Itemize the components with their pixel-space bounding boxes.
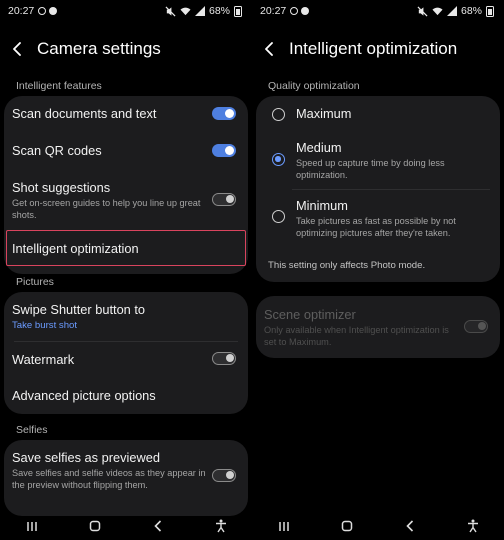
setting-label: Scene optimizer (264, 307, 356, 322)
sync-icon (38, 7, 47, 15)
setting-shot-suggestions[interactable]: Shot suggestions Get on-screen guides to… (12, 180, 206, 221)
home-icon (341, 520, 352, 532)
app-header: Intelligent optimization (264, 36, 496, 62)
accessibility-icon (467, 519, 478, 533)
mute-icon (165, 5, 176, 17)
status-time: 20:27 (260, 5, 287, 17)
setting-scene-optimizer: Scene optimizer Only available when Inte… (264, 307, 458, 348)
setting-description: Get on-screen guides to help you line up… (12, 198, 201, 220)
scan-qr-codes-toggle[interactable] (212, 144, 236, 157)
battery-icon (486, 5, 494, 17)
back-nav-icon (153, 520, 161, 532)
wifi-icon (432, 7, 443, 16)
recents-icon (26, 521, 37, 531)
accessibility-button[interactable] (209, 516, 233, 536)
setting-label: Swipe Shutter button to (12, 302, 146, 317)
battery-icon (234, 5, 242, 17)
setting-label: Advanced picture options (12, 388, 156, 403)
camera-settings-screen: 20:27 68% Camera settings Intelligent fe… (0, 0, 252, 540)
option-maximum[interactable]: Maximum (296, 106, 492, 121)
setting-description: Only available when Intelligent optimiza… (264, 325, 449, 347)
setting-save-selfies[interactable]: Save selfies as previewed Save selfies a… (12, 450, 206, 491)
watermark-toggle[interactable] (212, 352, 236, 365)
option-label: Medium (296, 140, 342, 155)
setting-label: Shot suggestions (12, 180, 111, 195)
setting-scan-documents[interactable]: Scan documents and text (12, 106, 242, 121)
radio-medium[interactable] (272, 153, 285, 166)
radio-maximum[interactable] (272, 108, 285, 121)
save-selfies-toggle[interactable] (212, 469, 236, 482)
option-medium[interactable]: Medium Speed up capture time by doing le… (296, 140, 492, 181)
setting-label: Watermark (12, 352, 75, 367)
back-button[interactable] (264, 36, 286, 62)
setting-watermark[interactable]: Watermark (12, 352, 242, 367)
battery-percent: 68% (460, 5, 482, 17)
back-nav-button[interactable] (146, 516, 170, 536)
home-icon (89, 520, 100, 532)
section-label-selfies: Selfies (16, 424, 48, 436)
setting-label: Save selfies as previewed (12, 450, 160, 465)
accessibility-icon (215, 519, 226, 533)
scene-optimizer-toggle (464, 320, 488, 333)
section-label-quality-optimization: Quality optimization (268, 80, 360, 92)
setting-label: Scan documents and text (12, 106, 157, 121)
status-bar: 20:27 68% (8, 4, 242, 18)
recents-button[interactable] (272, 516, 296, 536)
setting-description: Save selfies and selfie videos as they a… (12, 468, 206, 490)
divider (292, 189, 490, 190)
back-nav-button[interactable] (398, 516, 422, 536)
navigation-bar (252, 512, 504, 540)
account-icon (49, 7, 58, 15)
status-time: 20:27 (8, 5, 35, 17)
setting-scan-qr-codes[interactable]: Scan QR codes (12, 143, 242, 158)
signal-icon (194, 6, 205, 16)
recents-icon (278, 521, 289, 531)
setting-value: Take burst shot (12, 320, 78, 331)
back-arrow-icon (265, 42, 273, 56)
option-minimum[interactable]: Minimum Take pictures as fast as possibl… (296, 198, 492, 239)
highlight-box (6, 230, 246, 266)
accessibility-button[interactable] (461, 516, 485, 536)
shot-suggestions-toggle[interactable] (212, 193, 236, 206)
recents-button[interactable] (20, 516, 44, 536)
status-bar: 20:27 68% (260, 4, 494, 18)
sync-icon (290, 7, 299, 15)
scan-documents-toggle[interactable] (212, 107, 236, 120)
option-label: Minimum (296, 198, 348, 213)
option-description: Take pictures as fast as possible by not… (296, 216, 456, 238)
photo-mode-note: This setting only affects Photo mode. (268, 260, 426, 271)
navigation-bar (0, 512, 252, 540)
app-header: Camera settings (12, 36, 244, 62)
home-button[interactable] (335, 516, 359, 536)
setting-label: Scan QR codes (12, 143, 102, 158)
back-arrow-icon (13, 42, 21, 56)
wifi-icon (180, 7, 191, 16)
battery-percent: 68% (208, 5, 230, 17)
setting-advanced-picture-options[interactable]: Advanced picture options (12, 388, 242, 403)
section-label-intelligent-features: Intelligent features (16, 80, 102, 92)
page-title: Camera settings (37, 39, 161, 58)
setting-swipe-shutter[interactable]: Swipe Shutter button to Take burst shot (12, 302, 242, 331)
option-label: Maximum (296, 106, 352, 121)
home-button[interactable] (83, 516, 107, 536)
intelligent-optimization-screen: 20:27 68% Intelligent optimization Quali… (252, 0, 504, 540)
section-label-pictures: Pictures (16, 276, 54, 288)
back-button[interactable] (12, 36, 34, 62)
radio-minimum[interactable] (272, 210, 285, 223)
option-description: Speed up capture time by doing less opti… (296, 158, 445, 180)
signal-icon (446, 6, 457, 16)
account-icon (301, 7, 310, 15)
back-nav-icon (405, 520, 413, 532)
page-title: Intelligent optimization (289, 39, 458, 58)
mute-icon (417, 5, 428, 17)
divider (14, 341, 238, 342)
